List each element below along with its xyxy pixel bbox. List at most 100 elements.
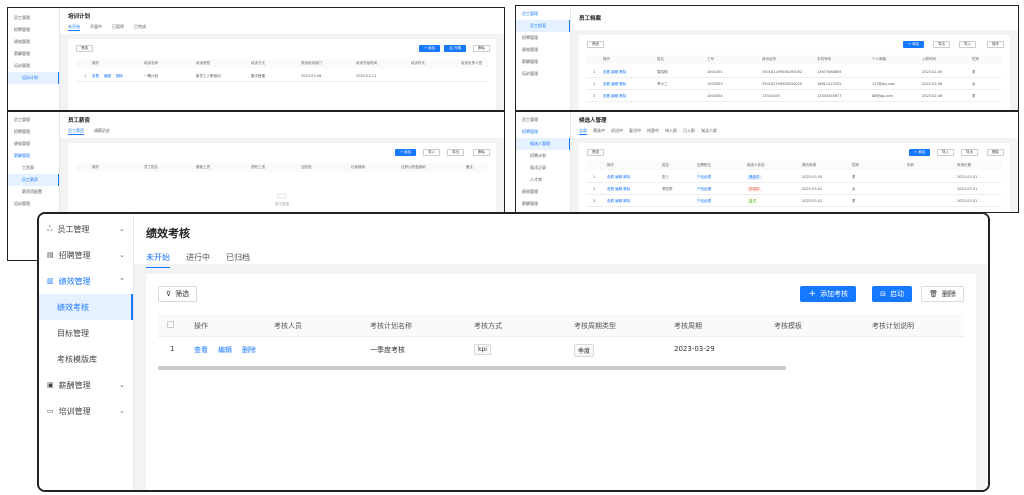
edit-link[interactable]: 编辑 [218, 345, 232, 355]
tab[interactable]: 开展中 [90, 24, 102, 31]
add-button[interactable]: + 添加 [418, 45, 440, 52]
sidebar-item[interactable]: 培训管理 [8, 60, 59, 72]
row-actions[interactable]: 查看 编辑 删除 [607, 199, 630, 204]
import-button[interactable]: 导入 [937, 149, 954, 156]
sidebar-item[interactable]: 员工管理 [516, 8, 570, 20]
sidebar-item[interactable]: 绩效管理 [516, 186, 570, 198]
row-actions[interactable]: 查看 编辑 删除 [603, 70, 626, 75]
cell: 集中授课 [251, 74, 265, 78]
sidebar-item-training[interactable]: ▭ 培训管理 ⌄ [39, 398, 133, 424]
tab-archived[interactable]: 已归档 [226, 252, 250, 268]
sidebar-item-active[interactable]: 员工档案 [516, 20, 570, 32]
sidebar-item[interactable]: 绩效管理 [8, 36, 59, 48]
tab-in-progress[interactable]: 进行中 [186, 252, 210, 268]
sidebar-item[interactable]: 招聘管理 [8, 24, 59, 36]
sidebar-item-active[interactable]: 培训计划 [8, 72, 59, 84]
view-link[interactable]: 查看 [92, 74, 99, 79]
sidebar-item[interactable]: 薪酬管理 [8, 48, 59, 60]
sidebar-item[interactable]: 培训管理 [516, 68, 570, 80]
sidebar-item[interactable]: 薪酬管理 [516, 198, 570, 210]
table-row[interactable]: 1 查看 编辑 删除 一期计划 新员工入职培训 集中授课 2023-03-06 … [76, 71, 488, 82]
sidebar-item[interactable]: 招聘计划 [516, 150, 570, 162]
export-button[interactable]: 导出 [961, 149, 978, 156]
table-row[interactable]: 3 查看 编辑 删除 产品经理 复试 2023-03-02 男 2023-03-… [587, 196, 1002, 207]
table-header: 操作 培训名称 培训类型 培训方式 参加培训部门 培训开始时间 培训时长 培训负… [76, 59, 488, 68]
tab[interactable]: 终面中 [647, 128, 659, 135]
delete-link[interactable]: 删除 [116, 74, 123, 79]
delete-link[interactable]: 删除 [242, 345, 256, 355]
tab[interactable]: 淘汰人群 [701, 128, 717, 135]
tab-not-started[interactable]: 未开始 [146, 252, 170, 268]
sidebar-item-compensation[interactable]: ▣ 薪酬管理 ⌄ [39, 372, 133, 398]
edit-link[interactable]: 编辑 [104, 74, 111, 79]
view-link[interactable]: 查看 [194, 345, 208, 355]
sidebar-item[interactable]: 员工管理 [8, 12, 59, 24]
filter-button[interactable]: 筛选 [76, 45, 93, 52]
sidebar-item[interactable]: 薪酬管理 [516, 56, 570, 68]
tab[interactable]: 初试中 [611, 128, 623, 135]
sidebar-item[interactable]: 招聘管理 [516, 126, 570, 138]
sidebar-item[interactable]: 工资表 [8, 162, 59, 174]
filter-button[interactable]: 筛选 [587, 41, 604, 48]
tab[interactable]: 已入职 [683, 128, 695, 135]
add-review-button[interactable]: + 添加考核 [800, 286, 856, 302]
sidebar-item[interactable]: 员工管理 [516, 114, 570, 126]
sidebar-item[interactable]: 绩效管理 [516, 44, 570, 56]
sidebar-item[interactable]: 薪资项配置 [8, 186, 59, 198]
tab[interactable]: 全部 [579, 128, 587, 135]
add-button[interactable]: + 添加 [902, 41, 924, 48]
filter-button[interactable]: ⊽ 筛选 [158, 286, 198, 302]
table-row[interactable]: 2 查看 编辑 删除 李小三 1003003 35018119900829402… [587, 79, 1002, 90]
row-actions[interactable]: 查看 编辑 删除 [607, 187, 630, 192]
delete-button[interactable]: 删除 [473, 149, 490, 156]
tab[interactable]: 已暂停 [112, 24, 124, 31]
tab[interactable]: 员工薪资 [68, 128, 84, 135]
table-row[interactable]: 1 查看 编辑 删除 袁晓明 1001001 35018119900829405… [587, 67, 1002, 78]
add-button[interactable]: + 添加 [908, 149, 930, 156]
sidebar-item-active[interactable]: 员工薪资 [8, 174, 59, 186]
sidebar-item-performance-review[interactable]: 绩效考核 [39, 294, 133, 320]
sidebar-item-employee[interactable]: ஃ 员工管理 ⌄ [39, 216, 133, 242]
sidebar-item[interactable]: 人才库 [516, 174, 570, 186]
sidebar-item[interactable]: 员工管理 [8, 114, 59, 126]
import-button[interactable]: 导入 [423, 149, 440, 156]
table-row[interactable]: 1 查看 编辑 删除 张三 产品经理 筛选中 2023-03-05 男 2023… [587, 172, 1002, 183]
delete-button[interactable]: 🗑 删除 [921, 286, 964, 302]
filter-label: 筛选 [175, 290, 190, 298]
sidebar-item-active[interactable]: 候选人管理 [516, 138, 570, 150]
tab[interactable]: 调薪历史 [94, 128, 110, 135]
import-button[interactable]: 导入 [959, 41, 976, 48]
sidebar-item-recruitment[interactable]: ▤ 招聘管理 ⌄ [39, 242, 133, 268]
sidebar-item[interactable]: 培训管理 [8, 198, 59, 210]
table-row[interactable]: 1 查看 编辑 删除 一季度考核 kpi 季度 2023-03-29 [158, 338, 964, 364]
tab[interactable]: 筛选中 [593, 128, 605, 135]
add-button[interactable]: + 添加 [394, 149, 416, 156]
more-button[interactable]: 操作 [987, 41, 1004, 48]
sidebar-item[interactable]: 招聘管理 [8, 126, 59, 138]
sidebar-item-goal-management[interactable]: 目标管理 [39, 320, 133, 346]
row-actions[interactable]: 查看 编辑 删除 [603, 82, 626, 87]
start-button[interactable]: ⊟ 启动 [872, 286, 912, 302]
export-button[interactable]: 导出 [447, 149, 464, 156]
start-button[interactable]: 启 开展 [444, 45, 466, 52]
select-all-checkbox[interactable] [167, 321, 174, 330]
filter-button[interactable]: 筛选 [587, 149, 604, 156]
delete-button[interactable]: 删除 [987, 149, 1004, 156]
sidebar-item[interactable]: 绩效管理 [8, 138, 59, 150]
sidebar-item-template-library[interactable]: 考核模版库 [39, 346, 133, 372]
row-actions[interactable]: 查看 编辑 删除 [607, 175, 630, 180]
tab[interactable]: 复试中 [629, 128, 641, 135]
sidebar-item[interactable]: 薪酬管理 [8, 150, 59, 162]
delete-button[interactable]: 删除 [473, 45, 490, 52]
tab[interactable]: 未开始 [68, 24, 80, 31]
horizontal-scrollbar[interactable] [158, 366, 786, 370]
row-actions[interactable]: 查看 编辑 删除 [603, 94, 626, 99]
export-button[interactable]: 导出 [933, 41, 950, 48]
sidebar-item[interactable]: 招聘管理 [516, 32, 570, 44]
table-row[interactable]: 3 查看 编辑 删除 1004004 13344455 13344455677 … [587, 91, 1002, 102]
sidebar-item[interactable]: 面试记录 [516, 162, 570, 174]
table-row[interactable]: 2 查看 编辑 删除 李四李 产品经理 初试中 2023-03-02 女 202… [587, 184, 1002, 195]
sidebar-item-performance[interactable]: ▥ 绩效管理 ⌃ [39, 268, 133, 294]
tab[interactable]: 待入职 [665, 128, 677, 135]
tab[interactable]: 已完成 [134, 24, 146, 31]
